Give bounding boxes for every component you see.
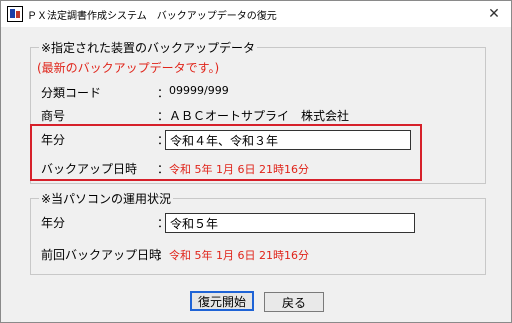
classification-code-value: 09999/999 [169,84,229,97]
last-backup-datetime-label: 前回バックアップ日時 [41,248,162,262]
close-button[interactable]: ✕ [483,3,505,25]
last-backup-datetime-colon: ： [157,248,170,262]
pc-status-group: ※当パソコンの運用状況 [30,190,486,275]
latest-backup-note: (最新のバックアップデータです。) [37,61,220,75]
trade-name-colon: ： [157,109,170,123]
highlight-annotation-box [30,124,422,181]
backup-data-group-legend: ※指定された装置のバックアップデータ [39,39,258,56]
title-bar: ＰＸ法定調書作成システム バックアップデータの復元 ✕ [1,1,511,27]
classification-code-label: 分類コード [41,86,102,100]
back-button[interactable]: 戻る [264,292,324,312]
restore-start-button[interactable]: 復元開始 [190,291,254,311]
app-icon [7,6,23,22]
window-title: ＰＸ法定調書作成システム バックアップデータの復元 [27,11,277,22]
trade-name-value: ＡＢＣオートサプライ 株式会社 [169,109,350,123]
pc-fiscal-year-label: 年分 [41,216,66,230]
restore-backup-dialog: ＰＸ法定調書作成システム バックアップデータの復元 ✕ ※指定された装置のバック… [0,0,512,323]
classification-code-colon: ： [157,86,170,100]
pc-fiscal-year-field: 令和５年 [165,213,415,233]
pc-status-group-legend: ※当パソコンの運用状況 [39,190,174,207]
close-icon: ✕ [488,6,500,22]
dialog-content: ※指定された装置のバックアップデータ (最新のバックアップデータです。) 分類コ… [1,27,511,322]
last-backup-datetime-value: 令和 5年 1月 6日 21時16分 [169,249,309,262]
trade-name-label: 商号 [41,109,66,123]
